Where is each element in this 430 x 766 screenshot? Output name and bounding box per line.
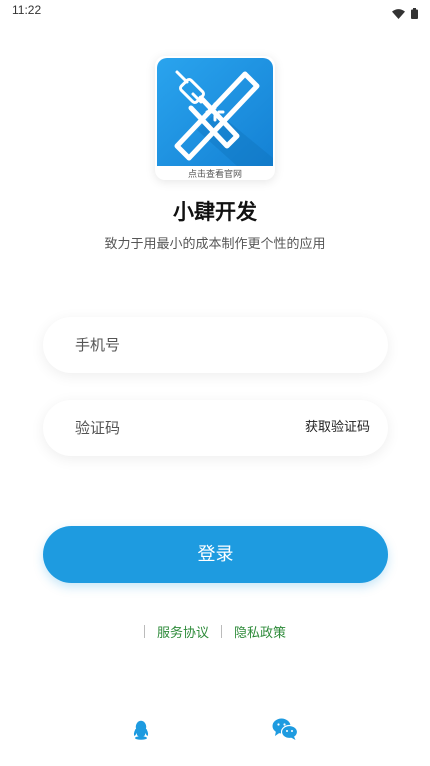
divider bbox=[221, 625, 222, 638]
verification-code-input[interactable] bbox=[75, 400, 275, 456]
get-code-button[interactable]: 获取验证码 bbox=[305, 400, 370, 456]
privacy-policy-link[interactable]: 隐私政策 bbox=[234, 622, 286, 641]
wechat-icon[interactable] bbox=[272, 718, 299, 744]
status-time: 11:22 bbox=[12, 3, 42, 17]
battery-icon bbox=[411, 4, 418, 23]
login-button[interactable]: 登录 bbox=[43, 526, 388, 583]
app-slogan: 致力于用最小的成本制作更个性的应用 bbox=[104, 237, 326, 252]
logo-caption: 点击查看官网 bbox=[187, 170, 242, 180]
status-icons bbox=[392, 4, 418, 23]
phone-input[interactable] bbox=[75, 317, 365, 373]
service-agreement-link[interactable]: 服务协议 bbox=[157, 622, 209, 641]
qq-icon[interactable] bbox=[133, 720, 149, 744]
verification-code-field: 获取验证码 bbox=[43, 400, 388, 456]
app-name: 小肆开发 bbox=[173, 200, 257, 224]
agreement-links: 服务协议 隐私政策 bbox=[0, 622, 430, 641]
logo-card[interactable]: 点击查看官网 bbox=[155, 56, 275, 180]
wifi-icon bbox=[392, 4, 405, 23]
status-bar: 11:22 bbox=[0, 0, 430, 24]
divider bbox=[143, 625, 145, 638]
crossed-tools-icon bbox=[157, 58, 273, 166]
phone-field bbox=[43, 317, 388, 373]
